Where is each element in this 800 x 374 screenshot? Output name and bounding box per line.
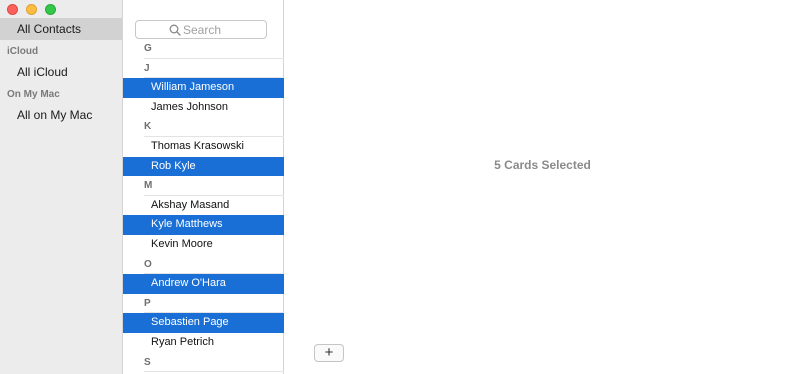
minimize-window-button[interactable] [26,4,37,15]
search-icon [169,24,181,36]
contact-row[interactable]: Kyle Matthews [123,215,284,235]
section-letter-g: G [123,39,284,59]
sidebar-header-on-my-mac: On My Mac [7,89,60,100]
search-placeholder: Search [183,23,222,37]
contact-row[interactable]: Kevin Moore [123,235,284,255]
contact-row[interactable]: Akshay Masand [123,196,284,216]
section-letter-o: O [123,255,284,275]
section-letter-m: M [123,176,284,196]
contact-row[interactable]: Sebastien Page [123,313,284,333]
section-letter-j: J [123,59,284,79]
contact-row[interactable]: Thomas Krasowski [123,137,284,157]
sidebar-header-icloud: iCloud [7,46,39,57]
detail-pane: 5 Cards Selected + [285,0,800,374]
contact-list: Search G J William Jameson James Johnson… [123,0,284,374]
sidebar-item-all-contacts[interactable]: All Contacts [0,18,122,40]
contact-row[interactable]: Andrew O'Hara [123,274,284,294]
window-controls [7,4,56,15]
contact-row[interactable]: William Jameson [123,78,284,98]
add-contact-button[interactable]: + [314,344,344,362]
section-letter-k: K [123,117,284,137]
selection-count-label: 5 Cards Selected [494,158,591,172]
close-window-button[interactable] [7,4,18,15]
contact-row[interactable]: James Johnson [123,98,284,118]
section-letter-s: S [123,353,284,373]
sidebar-item-all-icloud[interactable]: All iCloud [0,61,122,83]
sidebar-item-all-on-my-mac[interactable]: All on My Mac [0,104,122,126]
zoom-window-button[interactable] [45,4,56,15]
contact-row[interactable]: Rob Kyle [123,156,284,177]
search-field[interactable]: Search [135,20,267,39]
sidebar: All Contacts iCloud All iCloud On My Mac… [0,0,123,374]
section-letter-p: P [123,294,284,314]
contact-row[interactable]: Ryan Petrich [123,333,284,353]
